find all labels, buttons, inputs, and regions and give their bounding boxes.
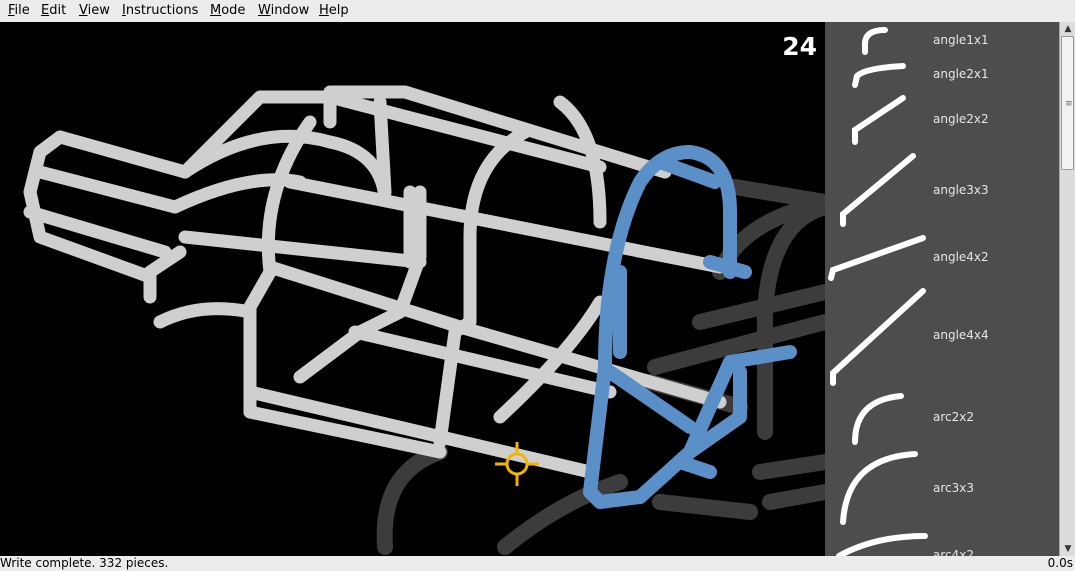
arc3x3-icon	[840, 451, 918, 525]
angle4x4-icon	[830, 288, 926, 386]
parts-palette: angle1x1 angle2x1 angle2x2 angle3x3 angl…	[825, 22, 1059, 556]
menu-instructions[interactable]: Instructions	[122, 3, 198, 18]
menu-bar: File Edit View Instructions Mode Window …	[0, 0, 1075, 23]
part-angle2x2[interactable]: angle2x2	[825, 92, 1059, 148]
angle4x2-icon	[828, 235, 926, 281]
part-angle3x3[interactable]: angle3x3	[825, 148, 1059, 230]
part-label: angle1x1	[933, 33, 989, 47]
menu-help[interactable]: Help	[319, 3, 349, 18]
status-bar: Write complete. 332 pieces. 0.0s	[0, 556, 1075, 571]
part-label: angle4x4	[933, 328, 989, 342]
part-arc2x2[interactable]: arc2x2	[825, 390, 1059, 448]
part-label: angle4x2	[933, 250, 989, 264]
grip-icon: ≡	[1065, 99, 1073, 109]
part-label: arc3x3	[933, 481, 974, 495]
part-label: angle3x3	[933, 183, 989, 197]
scroll-down-icon[interactable]: ▼	[1060, 542, 1075, 556]
status-message: Write complete. 332 pieces.	[0, 556, 169, 570]
part-label: arc2x2	[933, 410, 974, 424]
menu-file[interactable]: File	[8, 3, 30, 18]
angle2x1-icon	[852, 63, 906, 88]
part-label: angle2x1	[933, 67, 989, 81]
palette-scrollbar[interactable]: ▲ ≡ ▼	[1059, 22, 1075, 556]
part-angle4x4[interactable]: angle4x4	[825, 285, 1059, 390]
scroll-up-icon[interactable]: ▲	[1060, 22, 1075, 36]
part-arc4x2[interactable]: arc4x2	[825, 528, 1059, 556]
part-label: angle2x2	[933, 112, 989, 126]
part-label: arc4x2	[933, 548, 974, 556]
angle1x1-icon	[862, 27, 888, 55]
part-angle4x2[interactable]: angle4x2	[825, 230, 1059, 285]
menu-window[interactable]: Window	[258, 3, 309, 18]
model-render	[23, 85, 825, 555]
angle2x2-icon	[852, 95, 906, 145]
menu-edit[interactable]: Edit	[41, 3, 66, 18]
scroll-thumb[interactable]: ≡	[1061, 36, 1074, 170]
piece-counter: 24	[782, 32, 817, 61]
menu-view[interactable]: View	[79, 3, 110, 18]
part-arc3x3[interactable]: arc3x3	[825, 448, 1059, 528]
angle3x3-icon	[840, 153, 916, 227]
arc4x2-icon	[836, 533, 928, 556]
status-time: 0.0s	[1047, 556, 1073, 570]
part-angle2x1[interactable]: angle2x1	[825, 58, 1059, 92]
menu-mode[interactable]: Mode	[210, 3, 245, 18]
arc2x2-icon	[852, 393, 904, 445]
part-angle1x1[interactable]: angle1x1	[825, 22, 1059, 58]
3d-viewport[interactable]: 24	[0, 22, 825, 556]
